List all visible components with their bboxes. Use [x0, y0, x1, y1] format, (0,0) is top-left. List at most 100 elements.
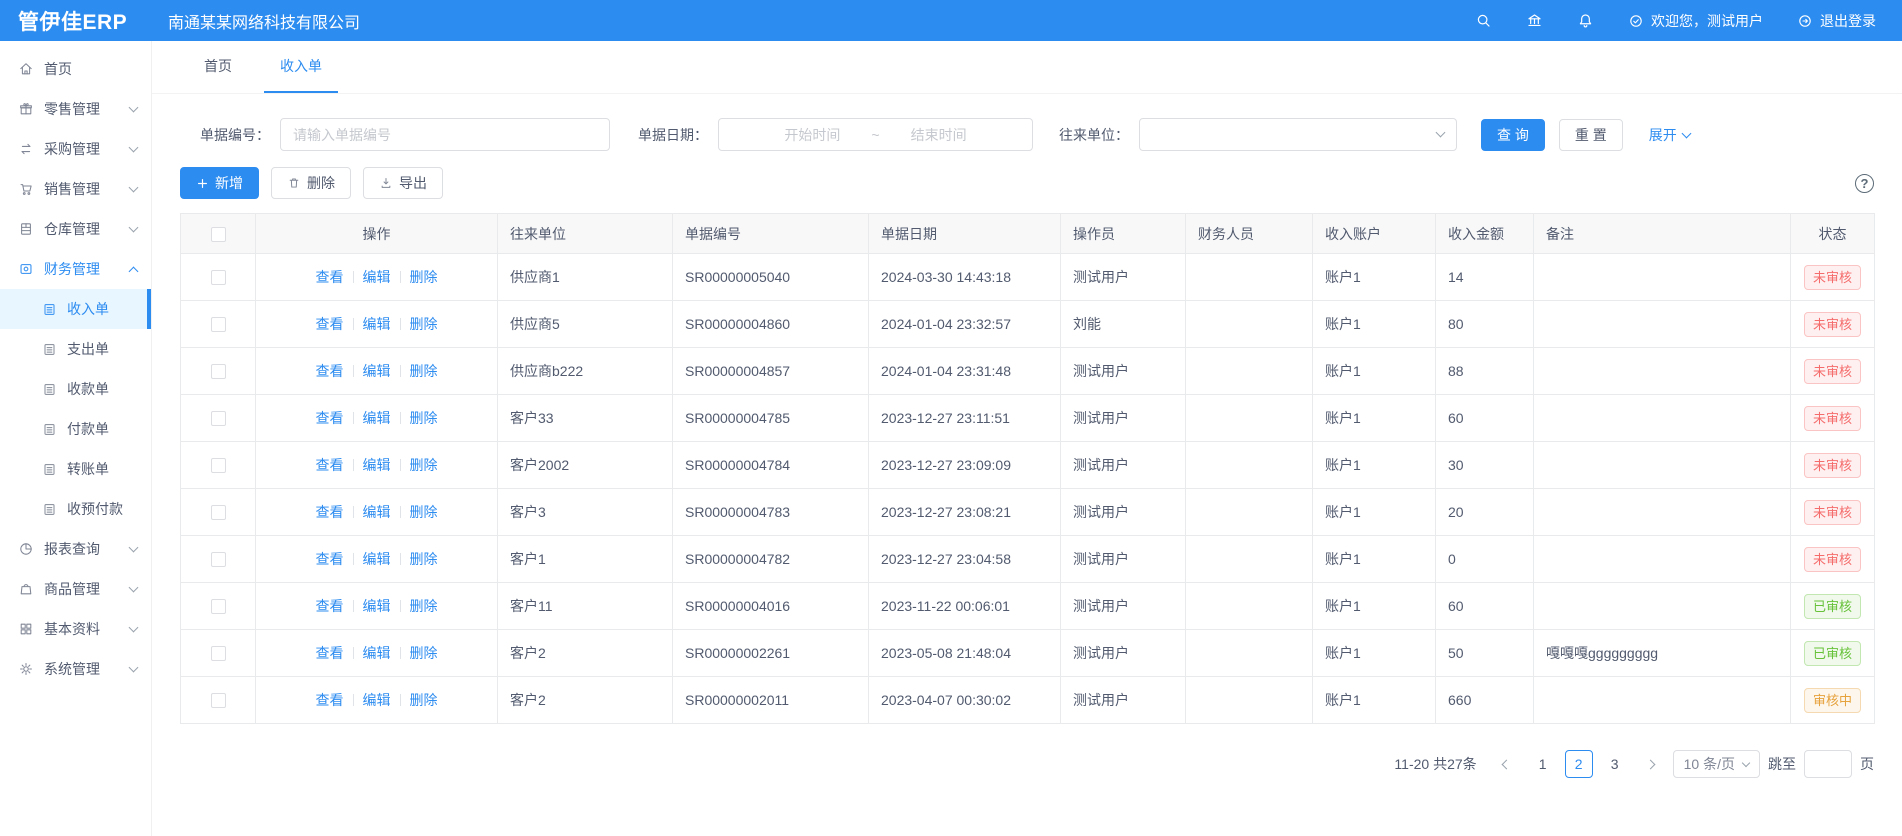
date-start-input[interactable] [753, 127, 871, 143]
row-checkbox[interactable] [211, 317, 226, 332]
date-range-picker[interactable]: ~ [718, 118, 1033, 151]
sidebar-item-warehouse[interactable]: 仓库管理 [0, 209, 151, 249]
tab-home[interactable]: 首页 [188, 41, 248, 93]
finance-icon [18, 261, 34, 277]
delete-link[interactable]: 删除 [410, 269, 438, 285]
sidebar-item-income-bill[interactable]: 收入单 [0, 289, 151, 329]
sidebar-item-purchase[interactable]: 采购管理 [0, 129, 151, 169]
delete-link[interactable]: 删除 [410, 645, 438, 661]
bank-icon[interactable] [1526, 12, 1543, 29]
cell-account: 账户1 [1313, 583, 1436, 630]
sidebar-item-retail[interactable]: 零售管理 [0, 89, 151, 129]
row-checkbox[interactable] [211, 646, 226, 661]
view-link[interactable]: 查看 [316, 363, 344, 379]
expand-link[interactable]: 展开 [1649, 125, 1690, 145]
partner-select[interactable] [1139, 118, 1457, 151]
edit-link[interactable]: 编辑 [363, 645, 391, 661]
sidebar-label: 首页 [44, 59, 72, 79]
table-row: 查看编辑删除 客户3 SR00000004783 2023-12-27 23:0… [181, 489, 1875, 536]
edit-link[interactable]: 编辑 [363, 363, 391, 379]
page-suffix: 页 [1860, 754, 1874, 774]
sidebar-item-finance[interactable]: 财务管理 [0, 249, 151, 289]
status-badge: 未审核 [1804, 453, 1861, 478]
welcome-user[interactable]: 欢迎您，测试用户 [1628, 11, 1763, 31]
sidebar-item-products[interactable]: 商品管理 [0, 569, 151, 609]
edit-link[interactable]: 编辑 [363, 410, 391, 426]
view-link[interactable]: 查看 [316, 504, 344, 520]
row-checkbox[interactable] [211, 693, 226, 708]
row-checkbox[interactable] [211, 458, 226, 473]
sidebar-item-system[interactable]: 系统管理 [0, 649, 151, 689]
sidebar-item-expense-bill[interactable]: 支出单 [0, 329, 151, 369]
add-button[interactable]: 新增 [180, 167, 259, 199]
edit-link[interactable]: 编辑 [363, 504, 391, 520]
export-button[interactable]: 导出 [363, 167, 443, 199]
help-icon[interactable] [1855, 174, 1874, 193]
sidebar-item-base-data[interactable]: 基本资料 [0, 609, 151, 649]
cell-amount: 88 [1436, 348, 1534, 395]
view-link[interactable]: 查看 [316, 645, 344, 661]
prev-page-button[interactable] [1493, 750, 1521, 778]
row-checkbox[interactable] [211, 270, 226, 285]
delete-button[interactable]: 删除 [271, 167, 351, 199]
document-icon [42, 302, 57, 317]
delete-link[interactable]: 删除 [410, 457, 438, 473]
reset-button[interactable]: 重 置 [1559, 119, 1623, 151]
row-checkbox[interactable] [211, 364, 226, 379]
page-button-3[interactable]: 3 [1601, 750, 1629, 778]
edit-link[interactable]: 编辑 [363, 692, 391, 708]
delete-link[interactable]: 删除 [410, 692, 438, 708]
edit-link[interactable]: 编辑 [363, 316, 391, 332]
search-button[interactable]: 查 询 [1481, 119, 1545, 151]
cell-code: SR00000002261 [673, 630, 869, 677]
sidebar-item-transfer-bill[interactable]: 转账单 [0, 449, 151, 489]
trash-icon [287, 176, 301, 190]
tab-income-bill[interactable]: 收入单 [264, 41, 338, 93]
delete-link[interactable]: 删除 [410, 410, 438, 426]
date-end-input[interactable] [880, 127, 998, 143]
sidebar-item-reports[interactable]: 报表查询 [0, 529, 151, 569]
sidebar-label: 商品管理 [44, 579, 100, 599]
sidebar-label: 收入单 [67, 299, 109, 319]
view-link[interactable]: 查看 [316, 269, 344, 285]
delete-link[interactable]: 删除 [410, 598, 438, 614]
edit-link[interactable]: 编辑 [363, 598, 391, 614]
row-checkbox[interactable] [211, 552, 226, 567]
delete-link[interactable]: 删除 [410, 316, 438, 332]
view-link[interactable]: 查看 [316, 692, 344, 708]
page-button-2[interactable]: 2 [1565, 750, 1593, 778]
row-checkbox[interactable] [211, 505, 226, 520]
col-code: 单据编号 [673, 214, 869, 254]
next-page-button[interactable] [1637, 750, 1665, 778]
sidebar-label: 零售管理 [44, 99, 100, 119]
delete-link[interactable]: 删除 [410, 551, 438, 567]
bill-no-input[interactable] [280, 118, 610, 151]
page-size-select[interactable]: 10 条/页 [1673, 750, 1760, 778]
edit-link[interactable]: 编辑 [363, 551, 391, 567]
sidebar-item-home[interactable]: 首页 [0, 49, 151, 89]
page-button-1[interactable]: 1 [1529, 750, 1557, 778]
select-all-checkbox[interactable] [211, 227, 226, 242]
top-header: 管伊佳ERP 南通某某网络科技有限公司 欢迎您，测试用户 [0, 0, 1902, 41]
edit-link[interactable]: 编辑 [363, 269, 391, 285]
row-checkbox[interactable] [211, 411, 226, 426]
delete-link[interactable]: 删除 [410, 363, 438, 379]
delete-link[interactable]: 删除 [410, 504, 438, 520]
view-link[interactable]: 查看 [316, 316, 344, 332]
edit-link[interactable]: 编辑 [363, 457, 391, 473]
sidebar-item-advance-payment[interactable]: 收预付款 [0, 489, 151, 529]
view-link[interactable]: 查看 [316, 551, 344, 567]
chevron-up-icon [129, 266, 139, 276]
search-icon[interactable] [1475, 12, 1492, 29]
jump-page-input[interactable] [1804, 750, 1852, 778]
bell-icon[interactable] [1577, 12, 1594, 29]
view-link[interactable]: 查看 [316, 410, 344, 426]
view-link[interactable]: 查看 [316, 598, 344, 614]
row-checkbox[interactable] [211, 599, 226, 614]
view-link[interactable]: 查看 [316, 457, 344, 473]
sidebar-item-payment-bill[interactable]: 付款单 [0, 409, 151, 449]
sidebar-item-receipt-bill[interactable]: 收款单 [0, 369, 151, 409]
logout-button[interactable]: 退出登录 [1797, 11, 1876, 31]
sidebar-item-sales[interactable]: 销售管理 [0, 169, 151, 209]
cell-operator: 刘能 [1061, 301, 1186, 348]
